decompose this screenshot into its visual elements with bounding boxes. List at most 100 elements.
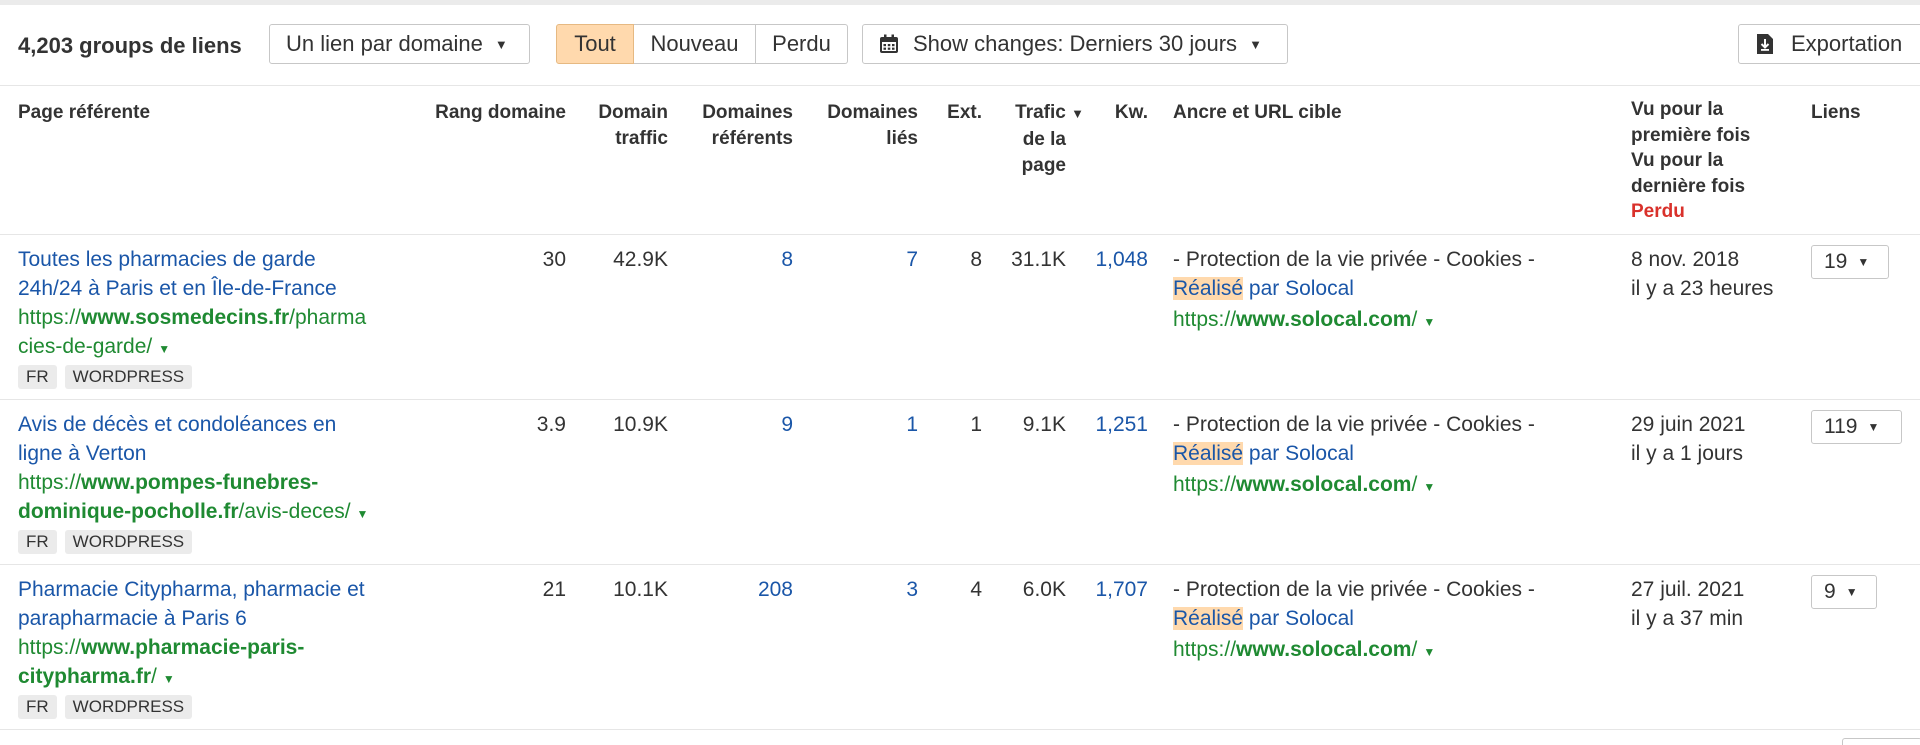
caret-down-icon: ▼	[1867, 420, 1880, 434]
anchor-line: Réalisé par Solocal	[1173, 442, 1354, 465]
col-page-referente[interactable]: Page référente	[18, 100, 150, 126]
keywords-link[interactable]: 1,251	[1080, 410, 1148, 439]
caret-down-icon[interactable]: ▼	[1423, 645, 1435, 659]
referring-domains-link[interactable]: 208	[680, 575, 793, 604]
domain-rating-value: 3.9	[536, 413, 566, 436]
caret-down-icon: ▼	[1249, 36, 1262, 52]
segment-new[interactable]: Nouveau	[634, 24, 756, 64]
anchor-highlight: Réalisé	[1173, 442, 1244, 465]
language-tag: FR	[18, 530, 57, 554]
referring-page-url[interactable]: https://www.sosmedecins.fr/pharma cies-d…	[18, 303, 366, 364]
col-domain-traffic[interactable]: Domain traffic	[580, 100, 668, 152]
domain-rating-value: 21	[542, 578, 566, 601]
title-line: 24h/24 à Paris et en Île-de-France	[18, 277, 337, 300]
keywords-link[interactable]: 1,707	[1080, 575, 1148, 604]
export-button[interactable]: Exportation	[1738, 24, 1920, 64]
linked-domains-link[interactable]: 7	[810, 245, 918, 274]
anchor-line: - Protection de la vie privée - Cookies …	[1173, 578, 1535, 601]
last-seen-date: il y a 1 jours	[1631, 442, 1744, 465]
referring-domains-link[interactable]: 9	[680, 410, 793, 439]
calendar-icon	[880, 34, 898, 53]
col-label-line: Vu pour la	[1631, 150, 1724, 171]
first-seen-date: 8 nov. 2018	[1631, 248, 1740, 271]
target-url[interactable]: https://www.solocal.com/▼	[1173, 305, 1613, 337]
referring-domains-link[interactable]: 8	[680, 245, 793, 274]
sort-desc-icon: ▼	[1071, 106, 1084, 121]
first-seen-date: 29 juin 2021	[1631, 413, 1746, 436]
title-line: Avis de décès et condoléances en	[18, 413, 337, 436]
groups-count: 4,203 groups de liens	[18, 33, 242, 58]
anchor-line: - Protection de la vie privée - Cookies …	[1173, 248, 1535, 271]
referring-page-url[interactable]: https://www.pharmacie-paris- citypharma.…	[18, 633, 304, 694]
caret-down-icon[interactable]: ▼	[357, 507, 369, 521]
col-anchor-target[interactable]: Ancre et URL cible	[1173, 100, 1342, 126]
caret-down-icon[interactable]: ▼	[158, 342, 170, 356]
col-label-line: référents	[711, 128, 793, 149]
show-changes-dropdown[interactable]: Show changes: Derniers 30 jours ▼	[862, 24, 1288, 64]
links-count-dropdown[interactable]: 119 ▼	[1811, 410, 1902, 444]
linked-domains-link[interactable]: 1	[810, 410, 918, 439]
links-count: 119	[1824, 415, 1858, 438]
col-domain-rating[interactable]: Rang domaine	[410, 100, 566, 126]
last-seen-date: il y a 37 min	[1631, 607, 1744, 630]
links-count-dropdown[interactable]: 19 ▼	[1811, 245, 1889, 279]
col-links[interactable]: Liens	[1811, 100, 1861, 126]
anchor-highlight: Réalisé	[1173, 607, 1244, 630]
anchor-text: - Protection de la vie privée - Cookies …	[1173, 410, 1613, 502]
status-segmented-control: Tout Nouveau Perdu	[556, 24, 848, 64]
caret-down-icon: ▼	[1857, 255, 1870, 269]
anchor-text: - Protection de la vie privée - Cookies …	[1173, 245, 1613, 337]
col-keywords[interactable]: Kw.	[1100, 100, 1148, 126]
anchor-text: - Protection de la vie privée - Cookies …	[1173, 575, 1613, 667]
col-label-lost: Perdu	[1631, 201, 1685, 222]
target-url[interactable]: https://www.solocal.com/▼	[1173, 470, 1613, 502]
seen-dates: 27 juil. 2021 il y a 37 min	[1631, 575, 1744, 633]
segment-lost[interactable]: Perdu	[756, 24, 848, 64]
domain-traffic-value: 42.9K	[613, 248, 668, 271]
seen-dates: 8 nov. 2018 il y a 23 heures	[1631, 245, 1773, 303]
caret-down-icon: ▼	[1845, 585, 1858, 599]
url-line: citypharma.fr/▼	[18, 665, 175, 688]
col-linked-domains[interactable]: Domaines liés	[810, 100, 918, 152]
linked-domains-link[interactable]: 3	[810, 575, 918, 604]
language-tag: FR	[18, 695, 57, 719]
referring-page-title[interactable]: Pharmacie Citypharma, pharmacie et parap…	[18, 575, 408, 633]
col-seen-dates[interactable]: Vu pour la première fois Vu pour la dern…	[1631, 97, 1750, 225]
referring-page-title[interactable]: Avis de décès et condoléances en ligne à…	[18, 410, 408, 468]
toolbar: 4,203 groups de liens Un lien par domain…	[0, 5, 1920, 86]
col-label-line: première fois	[1631, 124, 1751, 146]
anchor-line: Réalisé par Solocal	[1173, 277, 1354, 300]
col-label-line: de la	[1022, 129, 1066, 150]
title-line: Pharmacie Citypharma, pharmacie et	[18, 578, 365, 601]
page-traffic-value: 31.1K	[1011, 248, 1066, 271]
target-url[interactable]: https://www.solocal.com/▼	[1173, 635, 1613, 667]
links-count: 19	[1824, 250, 1848, 273]
col-referring-domains[interactable]: Domaines référents	[680, 100, 793, 152]
domain-filter-dropdown[interactable]: Un lien par domaine ▼	[269, 24, 530, 64]
keywords-link[interactable]: 1,048	[1080, 245, 1148, 274]
anchor-line: Réalisé par Solocal	[1173, 607, 1354, 630]
domain-rating-value: 30	[542, 248, 566, 271]
links-count-dropdown[interactable]: 9 ▼	[1811, 575, 1877, 609]
col-external-links[interactable]: Ext.	[930, 100, 982, 126]
title-line: ligne à Verton	[18, 442, 147, 465]
segment-all[interactable]: Tout	[556, 24, 634, 64]
title-line: parapharmacie à Paris 6	[18, 607, 247, 630]
caret-down-icon[interactable]: ▼	[1423, 315, 1435, 329]
col-page-traffic[interactable]: Trafic ▼ de la page	[998, 100, 1084, 179]
first-seen-date: 27 juil. 2021	[1631, 578, 1745, 601]
last-seen-date: il y a 23 heures	[1631, 277, 1774, 300]
caret-down-icon[interactable]: ▼	[163, 672, 175, 686]
col-label-line: traffic	[615, 128, 668, 149]
seen-dates: 29 juin 2021 il y a 1 jours	[1631, 410, 1745, 468]
page-traffic-value: 6.0K	[1022, 578, 1066, 601]
domain-traffic-value: 10.1K	[613, 578, 668, 601]
row-divider	[0, 729, 1920, 730]
caret-down-icon[interactable]: ▼	[1423, 480, 1435, 494]
referring-page-title[interactable]: Toutes les pharmacies de garde 24h/24 à …	[18, 245, 408, 303]
download-file-icon	[1757, 34, 1773, 54]
referring-page-url[interactable]: https://www.pompes-funebres- dominique-p…	[18, 468, 368, 529]
links-count: 9	[1824, 580, 1836, 603]
url-line: dominique-pocholle.fr/avis-deces/▼	[18, 500, 369, 523]
domain-traffic-value: 10.9K	[613, 413, 668, 436]
